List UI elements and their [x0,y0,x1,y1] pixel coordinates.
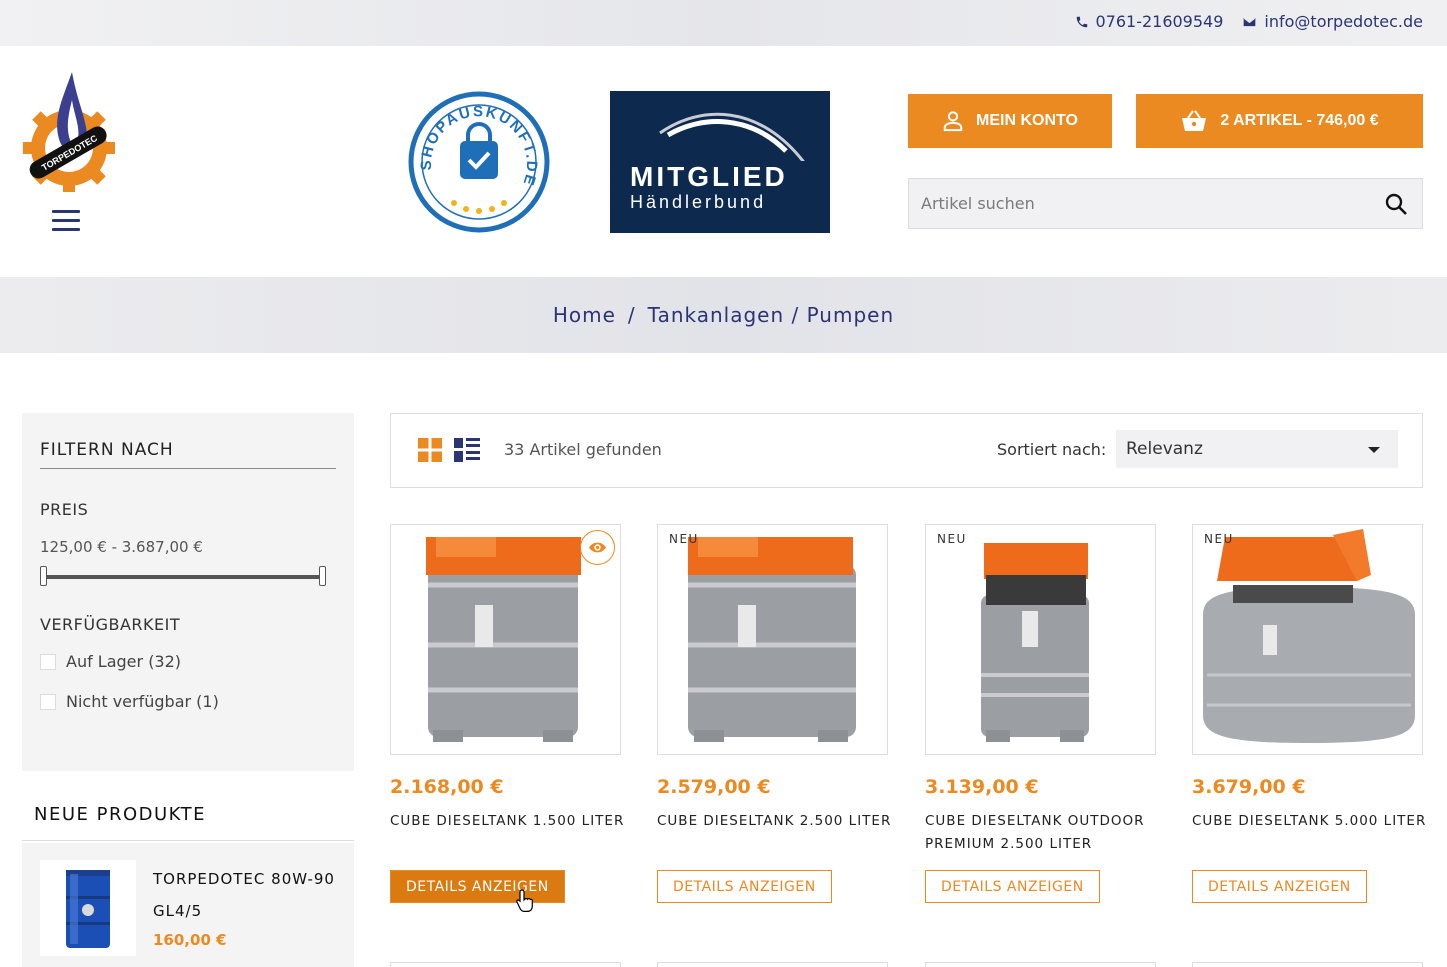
breadcrumb-home[interactable]: Home [553,303,616,327]
user-icon [943,111,963,132]
hand-pointer-icon [516,889,533,912]
search-box [908,178,1423,229]
product-name[interactable]: CUBE DIESELTANK 1.500 LITER [390,810,630,833]
phone-icon [1077,16,1088,27]
member-title: MITGLIED [630,161,788,192]
product-price: 2.579,00 € [657,776,771,798]
cart-summary: 2 ARTIKEL - 746,00 € [1220,112,1379,129]
details-button[interactable]: DETAILS ANZEIGEN [1192,870,1367,903]
search-icon[interactable] [1384,192,1408,216]
new-product-name[interactable]: TORPEDOTEC 80W-90 GL4/5 [153,863,343,927]
product-image[interactable] [1192,524,1423,755]
cart-button[interactable]: 2 ARTIKEL - 746,00 € [1136,94,1423,148]
breadcrumb: Home / Tankanlagen / Pumpen [0,303,1447,327]
phone-link[interactable]: 0761-21609549 [1075,12,1223,31]
price-min-handle[interactable] [40,566,47,586]
details-button[interactable]: DETAILS ANZEIGEN [657,870,832,903]
shopauskunft-badge[interactable]: SHOPAUSKUNFT.DE [408,91,550,233]
new-product-card[interactable]: TORPEDOTEC 80W-90 GL4/5 160,00 € [22,843,354,967]
breadcrumb-bar: Home / Tankanlagen / Pumpen [0,277,1447,353]
product-name[interactable]: CUBE DIESELTANK 2.500 LITER [657,810,897,833]
divider [22,840,354,841]
caret-down-icon [1368,447,1380,453]
filter-panel: FILTERN NACH PREIS 125,00 € - 3.687,00 €… [22,413,354,771]
shopauskunft-seal-icon: SHOPAUSKUNFT.DE [408,91,550,233]
filter-option-label: Auf Lager (32) [66,652,182,671]
product-price: 2.168,00 € [390,776,504,798]
breadcrumb-separator: / [627,303,636,327]
quick-view-button[interactable] [580,530,615,565]
product-image[interactable] [657,524,888,755]
phone-number: 0761-21609549 [1095,12,1224,31]
price-range-slider[interactable] [40,566,326,586]
product-card-partial [925,962,1156,967]
product-card-partial [1192,962,1423,967]
large-tank-image [1203,529,1415,743]
sort-select[interactable]: Relevanz [1116,430,1398,468]
results-count: 33 Artikel gefunden [504,440,662,459]
my-account-label: MEIN KONTO [976,112,1078,129]
price-range-text: 125,00 € - 3.687,00 € [40,538,203,556]
member-subtitle: Händlerbund [630,192,767,212]
new-badge: NEU [669,532,699,546]
outdoor-tank-image [981,543,1089,742]
sort-label: Sortiert nach: [997,440,1107,459]
oil-barrel-icon [66,870,110,948]
new-product-price: 160,00 € [153,931,227,949]
availability-filter-label: VERFÜGBARKEIT [40,615,181,634]
sort-selected-value: Relevanz [1126,439,1203,459]
new-badge: NEU [1204,532,1234,546]
divider [40,468,336,469]
details-button[interactable]: DETAILS ANZEIGEN [390,870,565,903]
product-card-partial [657,962,888,967]
cube-tank-image [688,537,856,742]
site-logo[interactable]: TORPEDOTEC [22,70,116,194]
basket-icon [1182,110,1207,131]
my-account-button[interactable]: MEIN KONTO [908,94,1112,148]
top-bar: 0761-21609549 info@torpedotec.de [0,0,1447,46]
filter-option-in-stock[interactable]: Auf Lager (32) [40,652,181,671]
checkbox[interactable] [40,693,56,710]
filter-option-label: Nicht verfügbar (1) [66,692,219,711]
email-address: info@torpedotec.de [1264,12,1423,31]
new-products-section: NEUE PRODUKTE TORPEDOTEC 80W-90 GL4/5 16… [22,795,354,967]
new-badge: NEU [937,532,967,546]
product-image[interactable] [925,524,1156,755]
search-input[interactable] [909,179,1369,228]
product-card-partial [390,962,621,967]
list-view-icon[interactable] [454,438,480,462]
eye-icon [589,542,606,553]
price-max-handle[interactable] [319,566,326,586]
listing-toolbar: 33 Artikel gefunden Sortiert nach: Relev… [390,413,1423,488]
product-price: 3.139,00 € [925,776,1039,798]
filter-option-unavailable[interactable]: Nicht verfügbar (1) [40,692,219,711]
filter-title: FILTERN NACH [40,440,174,460]
hamburger-icon [52,210,80,213]
grid-view-icon[interactable] [418,438,442,462]
checkbox[interactable] [40,653,56,670]
contact-info: 0761-21609549 info@torpedotec.de [1075,12,1423,31]
details-button[interactable]: DETAILS ANZEIGEN [925,870,1100,903]
email-link[interactable]: info@torpedotec.de [1241,12,1423,31]
product-name[interactable]: CUBE DIESELTANK 5.000 LITER [1192,810,1432,833]
swoosh-icon [659,112,805,161]
menu-toggle-button[interactable] [52,210,80,234]
product-name[interactable]: CUBE DIESELTANK OUTDOOR PREMIUM 2.500 LI… [925,810,1165,856]
breadcrumb-current[interactable]: Tankanlagen / Pumpen [648,303,894,327]
product-price: 3.679,00 € [1192,776,1306,798]
product-thumbnail[interactable] [40,860,136,956]
price-filter-label: PREIS [40,500,89,519]
haendlerbund-badge[interactable]: MITGLIED Händlerbund [610,91,830,233]
torpedotec-logo-icon: TORPEDOTEC [23,72,115,194]
envelope-icon [1244,17,1256,26]
new-products-title: NEUE PRODUKTE [34,804,206,825]
